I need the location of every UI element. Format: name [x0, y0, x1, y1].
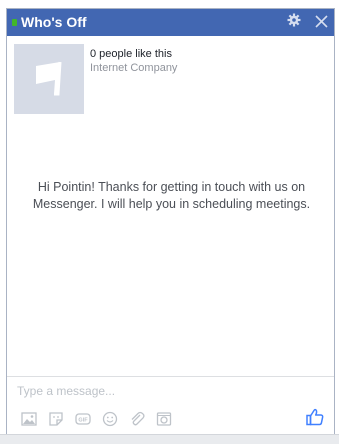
emoji-icon[interactable]: [102, 411, 118, 427]
close-icon[interactable]: [315, 9, 328, 36]
chat-title[interactable]: Who's Off: [21, 9, 87, 36]
chat-window: Who's Off 0 people like this Internet Co…: [6, 8, 335, 444]
camera-icon[interactable]: [156, 411, 172, 427]
thumbs-up-icon[interactable]: [305, 407, 325, 427]
page-avatar[interactable]: [14, 44, 84, 114]
chat-header[interactable]: Who's Off: [7, 9, 334, 36]
flag-icon: [36, 61, 62, 96]
message-input[interactable]: [17, 382, 317, 400]
likes-count: 0 people like this: [90, 48, 172, 60]
bottom-bar: [0, 434, 339, 444]
attachment-icon[interactable]: [129, 411, 145, 427]
greeting-message: Hi Pointin! Thanks for getting in touch …: [32, 180, 311, 211]
composer-tools: GIF: [21, 411, 172, 427]
svg-text:GIF: GIF: [78, 418, 88, 424]
gear-icon[interactable]: [287, 9, 301, 36]
photo-icon[interactable]: [21, 411, 37, 427]
page-category: Internet Company: [90, 62, 178, 74]
online-status-icon: [12, 19, 17, 26]
page-info: 0 people like this Internet Company: [14, 44, 177, 114]
sticker-icon[interactable]: [48, 411, 64, 427]
composer-divider: [7, 376, 334, 377]
header-actions: [287, 9, 328, 36]
gif-icon[interactable]: GIF: [75, 411, 91, 427]
page-details: 0 people like this Internet Company: [90, 47, 177, 114]
